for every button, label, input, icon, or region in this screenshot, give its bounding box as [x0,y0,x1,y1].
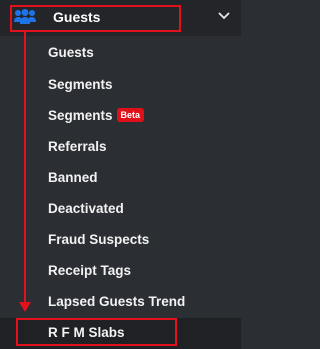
chevron-down-icon[interactable] [218,11,230,21]
submenu-item-segments[interactable]: Segments [48,76,113,94]
submenu-item-label: Receipt Tags [48,263,132,278]
submenu-item-receipt-tags[interactable]: Receipt Tags [48,262,131,280]
submenu-item-segments-beta[interactable]: Segments Beta [48,107,145,125]
submenu-item-label: Segments [48,77,113,92]
submenu-item-label: Guests [48,45,94,60]
submenu-item-label: Lapsed Guests Trend [48,294,186,309]
submenu-item-label: Referrals [48,139,107,154]
submenu-item-referrals[interactable]: Referrals [48,138,107,156]
submenu-item-deactivated[interactable]: Deactivated [48,200,124,218]
submenu-item-banned[interactable]: Banned [48,169,98,187]
annotation-arrow-head-icon [19,302,31,312]
annotation-highlight-box [10,5,181,32]
submenu-item-guests[interactable]: Guests [48,44,94,62]
submenu-item-label: Banned [48,170,98,185]
submenu-item-label: Deactivated [48,201,124,216]
annotation-highlight-box-rfm [16,318,177,346]
annotation-arrow-line [24,32,26,306]
submenu-item-lapsed-guests-trend[interactable]: Lapsed Guests Trend [48,293,185,311]
submenu-item-label: Segments [48,108,113,123]
beta-badge: Beta [116,108,145,122]
submenu-item-label: Fraud Suspects [48,232,150,247]
submenu-item-fraud-suspects[interactable]: Fraud Suspects [48,231,149,249]
